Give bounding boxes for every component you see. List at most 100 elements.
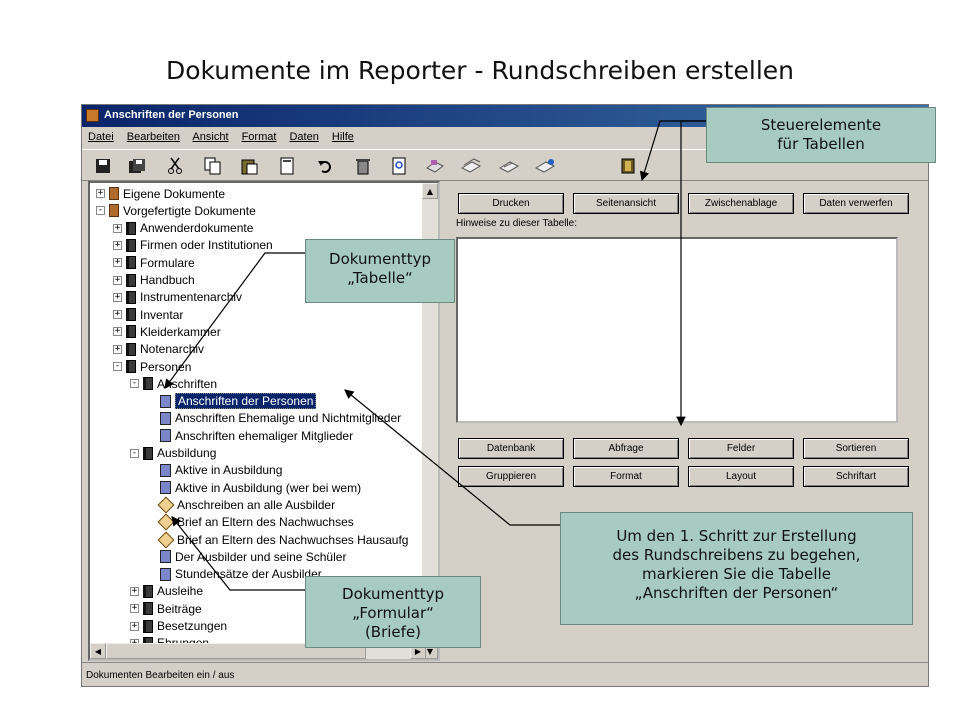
tree-item[interactable]: - Ausbildung — [130, 445, 216, 462]
menu-bearbeiten[interactable]: Bearbeiten — [127, 131, 180, 143]
hint-textarea[interactable] — [456, 237, 898, 423]
sort-button[interactable]: Sortieren — [803, 438, 909, 459]
font-button[interactable]: Schriftart — [803, 466, 909, 487]
folder-book-icon — [126, 342, 136, 356]
folder-book-icon — [126, 290, 136, 304]
tree-item-label: Ausbildung — [157, 446, 217, 460]
print-button[interactable]: Drucken — [458, 193, 564, 214]
scroll-up-icon[interactable]: ▲ — [422, 183, 438, 199]
tree-item[interactable]: Anschriften der Personen — [147, 393, 317, 410]
tree-item[interactable]: Anschreiben an alle Ausbilder — [147, 496, 336, 514]
new-page-icon[interactable] — [276, 155, 298, 177]
folder-book-icon — [143, 584, 153, 598]
tree-item[interactable]: Anschriften Ehemalige und Nichtmitgliede… — [147, 410, 401, 427]
expand-icon[interactable]: + — [113, 292, 122, 302]
collapse-icon[interactable]: - — [113, 362, 122, 371]
folder-book-icon — [143, 377, 153, 391]
tree-item[interactable]: Aktive in Ausbildung — [147, 462, 282, 479]
save-all-icon[interactable] — [126, 155, 148, 177]
tree-item-label: Anwenderdokumente — [140, 221, 254, 236]
menu-hilfe[interactable]: Hilfe — [332, 131, 354, 143]
expand-icon[interactable]: + — [130, 586, 139, 596]
expand-icon[interactable]: + — [113, 344, 122, 354]
save-icon[interactable] — [92, 155, 114, 177]
discard-data-button[interactable]: Daten verwerfen — [803, 193, 909, 214]
folder-book-icon — [126, 256, 136, 270]
tree-item-label: Instrumentenarchiv — [140, 290, 243, 305]
tree-item-label: Aktive in Ausbildung (wer bei wem) — [175, 480, 362, 495]
tree-item[interactable]: - Vorgefertigte Dokumente — [96, 202, 256, 219]
layout-button[interactable]: Layout — [688, 466, 794, 487]
page-view-button[interactable]: Seitenansicht — [573, 193, 679, 214]
expand-icon[interactable]: + — [113, 327, 122, 337]
paste-icon[interactable] — [238, 155, 260, 177]
expand-icon[interactable]: + — [113, 240, 122, 250]
tree-item-label: Anschreiben an alle Ausbilder — [177, 497, 336, 512]
undo-icon[interactable] — [314, 155, 336, 177]
expand-icon[interactable]: + — [130, 621, 139, 631]
tree-item-label: Anschriften der Personen — [175, 393, 317, 410]
group-button[interactable]: Gruppieren — [458, 466, 564, 487]
expand-icon[interactable]: + — [113, 310, 122, 320]
folder-book-icon — [109, 187, 119, 200]
menu-daten[interactable]: Daten — [289, 131, 318, 143]
tree-item[interactable]: + Notenarchiv — [113, 341, 204, 358]
tree-item[interactable]: + Beiträge — [130, 600, 202, 617]
tree-item-label: Vorgefertigte Dokumente — [123, 203, 256, 218]
menu-format[interactable]: Format — [242, 131, 277, 143]
expand-icon[interactable]: + — [113, 258, 122, 268]
expand-icon[interactable]: + — [113, 223, 122, 233]
tree-item[interactable]: Stundensätze der Ausbilder — [147, 566, 322, 583]
scroll-left-icon[interactable]: ◀ — [90, 643, 106, 659]
tree-item[interactable]: + Formulare — [113, 254, 195, 271]
menu-datei[interactable]: Datei — [88, 131, 114, 143]
tree-item[interactable]: + Inventar — [113, 306, 183, 323]
print-icon[interactable] — [424, 155, 446, 177]
tree-item-label: Eigene Dokumente — [123, 186, 226, 201]
app-icon — [86, 109, 99, 122]
collapse-icon[interactable]: - — [96, 206, 105, 216]
expand-icon[interactable]: + — [96, 189, 105, 198]
database-button[interactable]: Datenbank — [458, 438, 564, 459]
copy-icon[interactable] — [202, 155, 224, 177]
table-stack-icon[interactable] — [460, 155, 482, 177]
table-move-icon[interactable] — [534, 155, 556, 177]
tree-item[interactable]: - Personen — [113, 358, 191, 375]
form-document-icon — [157, 513, 175, 531]
delete-icon[interactable] — [352, 155, 374, 177]
tree-item[interactable]: + Eigene Dokumente — [96, 185, 225, 202]
expand-icon[interactable]: + — [130, 604, 139, 614]
tree-item-label: Inventar — [140, 307, 184, 322]
folder-book-icon — [143, 619, 153, 633]
tree-item[interactable]: + Instrumentenarchiv — [113, 289, 242, 306]
tree-item[interactable]: + Firmen oder Institutionen — [113, 237, 273, 254]
collapse-icon[interactable]: - — [130, 379, 139, 389]
tree-item-label: Handbuch — [140, 273, 195, 287]
tree-item[interactable]: Anschriften ehemaliger Mitglieder — [147, 427, 353, 444]
tree-item[interactable]: + Anwenderdokumente — [113, 220, 253, 237]
table-document-icon — [160, 481, 171, 495]
format-button[interactable]: Format — [573, 466, 679, 487]
menu-ansicht[interactable]: Ansicht — [192, 131, 228, 143]
tree-item-label: Brief an Eltern des Nachwuchses — [177, 515, 354, 530]
tree-item[interactable]: Aktive in Ausbildung (wer bei wem) — [147, 479, 361, 496]
tree-item[interactable]: Brief an Eltern des Nachwuchses — [147, 513, 354, 531]
table-edit-icon[interactable] — [498, 155, 520, 177]
collapse-icon[interactable]: - — [130, 448, 139, 458]
tree-item[interactable]: + Kleiderkammer — [113, 323, 221, 340]
hint-label: Hinweise zu dieser Tabelle: — [456, 218, 577, 229]
book-icon[interactable] — [617, 155, 639, 177]
tree-item[interactable]: + Besetzungen — [130, 618, 227, 635]
fields-button[interactable]: Felder — [688, 438, 794, 459]
preview-icon[interactable] — [388, 155, 410, 177]
tree-item[interactable]: + Handbuch — [113, 272, 195, 289]
cut-icon[interactable] — [164, 155, 186, 177]
tree-item[interactable]: + Ausleihe — [130, 583, 203, 600]
tree-item[interactable]: Brief an Eltern des Nachwuchses Hausaufg — [147, 531, 408, 548]
tree-item[interactable]: Der Ausbilder und seine Schüler — [147, 548, 346, 565]
tree-item[interactable]: - Anschriften — [130, 375, 217, 392]
query-button[interactable]: Abfrage — [573, 438, 679, 459]
clipboard-button[interactable]: Zwischenablage — [688, 193, 794, 214]
table-document-icon — [160, 429, 171, 443]
expand-icon[interactable]: + — [113, 275, 122, 285]
